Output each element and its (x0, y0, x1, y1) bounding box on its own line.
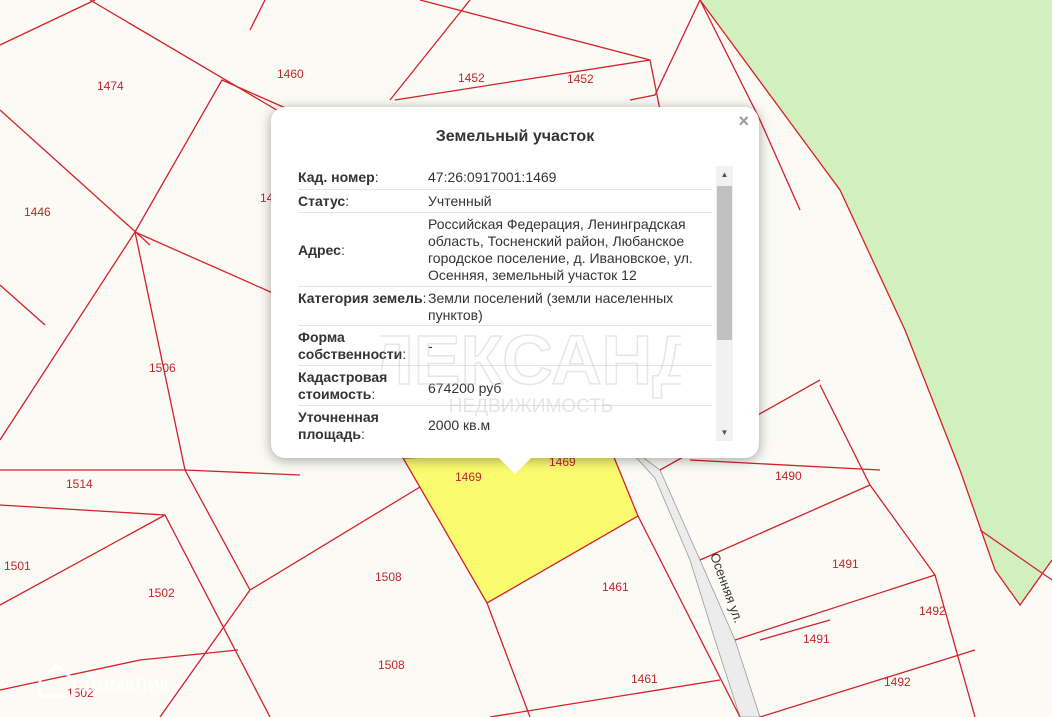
parcel-label: 1508 (375, 570, 402, 584)
attribute-key: Уточненная площадь (298, 409, 379, 442)
parcel-label: 1491 (803, 632, 830, 646)
attribute-colon: : (371, 386, 376, 402)
parcel-label: 1460 (277, 67, 304, 81)
attribute-key: Категория земель (298, 290, 423, 306)
popup-pointer (499, 458, 531, 474)
parcel-label: 1461 (602, 580, 629, 594)
parcel-label: 1474 (97, 79, 124, 93)
parcel-info-popup: × Земельный участок Кад. номер: 47:26:09… (271, 107, 759, 474)
parcel-label: 1461 (631, 672, 658, 686)
attribute-colon: : (374, 169, 379, 185)
parcel-label: 1514 (66, 477, 93, 491)
attribute-row: Статус: Учтенный (298, 190, 712, 213)
attribute-row: Адрес: Российская Федерация, Ленинградск… (298, 213, 712, 287)
scroll-down-icon[interactable]: ▼ (716, 424, 733, 441)
parcel-label: 1490 (775, 469, 802, 483)
agency-watermark-subtitle: НЕДВИЖИМОСТЬ (449, 396, 614, 417)
parcel-label: 1508 (378, 658, 405, 672)
attribute-value: 47:26:0917001:1469 (428, 169, 557, 185)
parcel-label: 1501 (4, 559, 31, 573)
parcel-label: 1502 (148, 586, 175, 600)
parcel-label: 1446 (24, 205, 51, 219)
parcel-label: 1452 (567, 72, 594, 86)
attribute-value: Российская Федерация, Ленинградская обла… (428, 215, 693, 283)
agency-watermark: АЛЕКСАНДР НЕДВИЖИМОСТЬ (381, 320, 681, 417)
popup-scrollbar[interactable]: ▲ ▼ (716, 166, 733, 441)
scroll-up-icon[interactable]: ▲ (716, 166, 733, 183)
scrollbar-thumb[interactable] (717, 186, 732, 340)
attribute-colon: : (340, 241, 345, 258)
domclick-watermark-text: Домклик (82, 671, 170, 696)
attribute-row: Кад. номер: 47:26:0917001:1469 (298, 166, 712, 190)
attribute-key: Адрес (298, 241, 341, 258)
attribute-colon: : (422, 290, 427, 306)
attribute-key: Статус (298, 193, 346, 209)
attribute-key: Кад. номер (298, 169, 375, 185)
parcel-label: 1491 (832, 557, 859, 571)
agency-watermark-name: АЛЕКСАНДР (381, 321, 681, 399)
parcel-label: 1492 (919, 604, 946, 618)
attribute-colon: : (360, 426, 365, 442)
popup-title: Земельный участок (435, 128, 595, 145)
attribute-value: Учтенный (428, 193, 492, 209)
parcel-label: 1469 (455, 470, 482, 484)
attribute-colon: : (345, 193, 350, 209)
parcel-label: 1452 (458, 71, 485, 85)
parcel-label: 1492 (884, 675, 911, 689)
parcel-label: 1506 (149, 361, 176, 375)
